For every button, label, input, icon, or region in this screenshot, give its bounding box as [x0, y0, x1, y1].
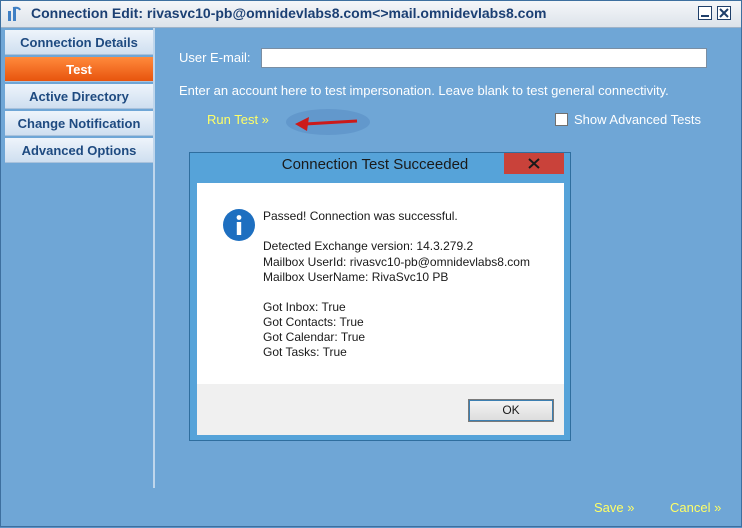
dialog-body: Passed! Connection was successful. Detec…	[197, 183, 564, 435]
close-icon	[528, 158, 540, 169]
help-text: Enter an account here to test impersonat…	[179, 83, 669, 98]
close-button[interactable]	[717, 6, 731, 20]
minimize-icon	[701, 15, 709, 17]
close-icon	[719, 8, 729, 18]
info-icon	[223, 209, 255, 241]
nav-item-active-directory[interactable]: Active Directory	[5, 84, 153, 109]
nav-item-test[interactable]: Test	[5, 57, 153, 82]
connection-test-dialog: Connection Test Succeeded Passed! Connec…	[189, 152, 571, 441]
dialog-message-line: Mailbox UserId: rivasvc10-pb@omnidevlabs…	[263, 255, 530, 269]
red-arrow-annotation-icon	[286, 109, 370, 135]
dialog-message-line: Got Inbox: True	[263, 300, 346, 314]
dialog-message-line: Got Tasks: True	[263, 345, 347, 359]
dialog-close-button[interactable]	[504, 153, 564, 174]
run-test-link[interactable]: Run Test »	[207, 112, 269, 127]
user-email-input[interactable]	[261, 48, 707, 68]
save-link[interactable]: Save »	[594, 500, 634, 515]
user-email-label: User E-mail:	[179, 50, 251, 65]
nav-item-change-notification[interactable]: Change Notification	[5, 111, 153, 136]
dialog-message-area: Passed! Connection was successful. Detec…	[197, 183, 564, 384]
dialog-message-line: Mailbox UserName: RivaSvc10 PB	[263, 270, 449, 284]
cancel-link[interactable]: Cancel »	[670, 500, 721, 515]
connection-window: Connection Edit: rivasvc10-pb@omnidevlab…	[0, 0, 742, 527]
nav-item-advanced-options[interactable]: Advanced Options	[5, 138, 153, 163]
minimize-button[interactable]	[698, 6, 712, 20]
show-advanced-tests-label: Show Advanced Tests	[574, 112, 701, 127]
dialog-message-line: Got Contacts: True	[263, 315, 364, 329]
left-navigation: Connection Details Test Active Directory…	[1, 28, 155, 488]
show-advanced-tests-checkbox[interactable]	[555, 113, 568, 126]
dialog-message-line: Detected Exchange version: 14.3.279.2	[263, 239, 474, 253]
nav-item-connection-details[interactable]: Connection Details	[5, 30, 153, 55]
title-bar: Connection Edit: rivasvc10-pb@omnidevlab…	[1, 1, 741, 28]
ok-button[interactable]: OK	[468, 399, 554, 422]
dialog-message-line: Passed! Connection was successful.	[263, 209, 458, 223]
dialog-message-line: Got Calendar: True	[263, 330, 366, 344]
app-logo-icon	[7, 6, 23, 22]
window-title: Connection Edit: rivasvc10-pb@omnidevlab…	[31, 5, 547, 21]
